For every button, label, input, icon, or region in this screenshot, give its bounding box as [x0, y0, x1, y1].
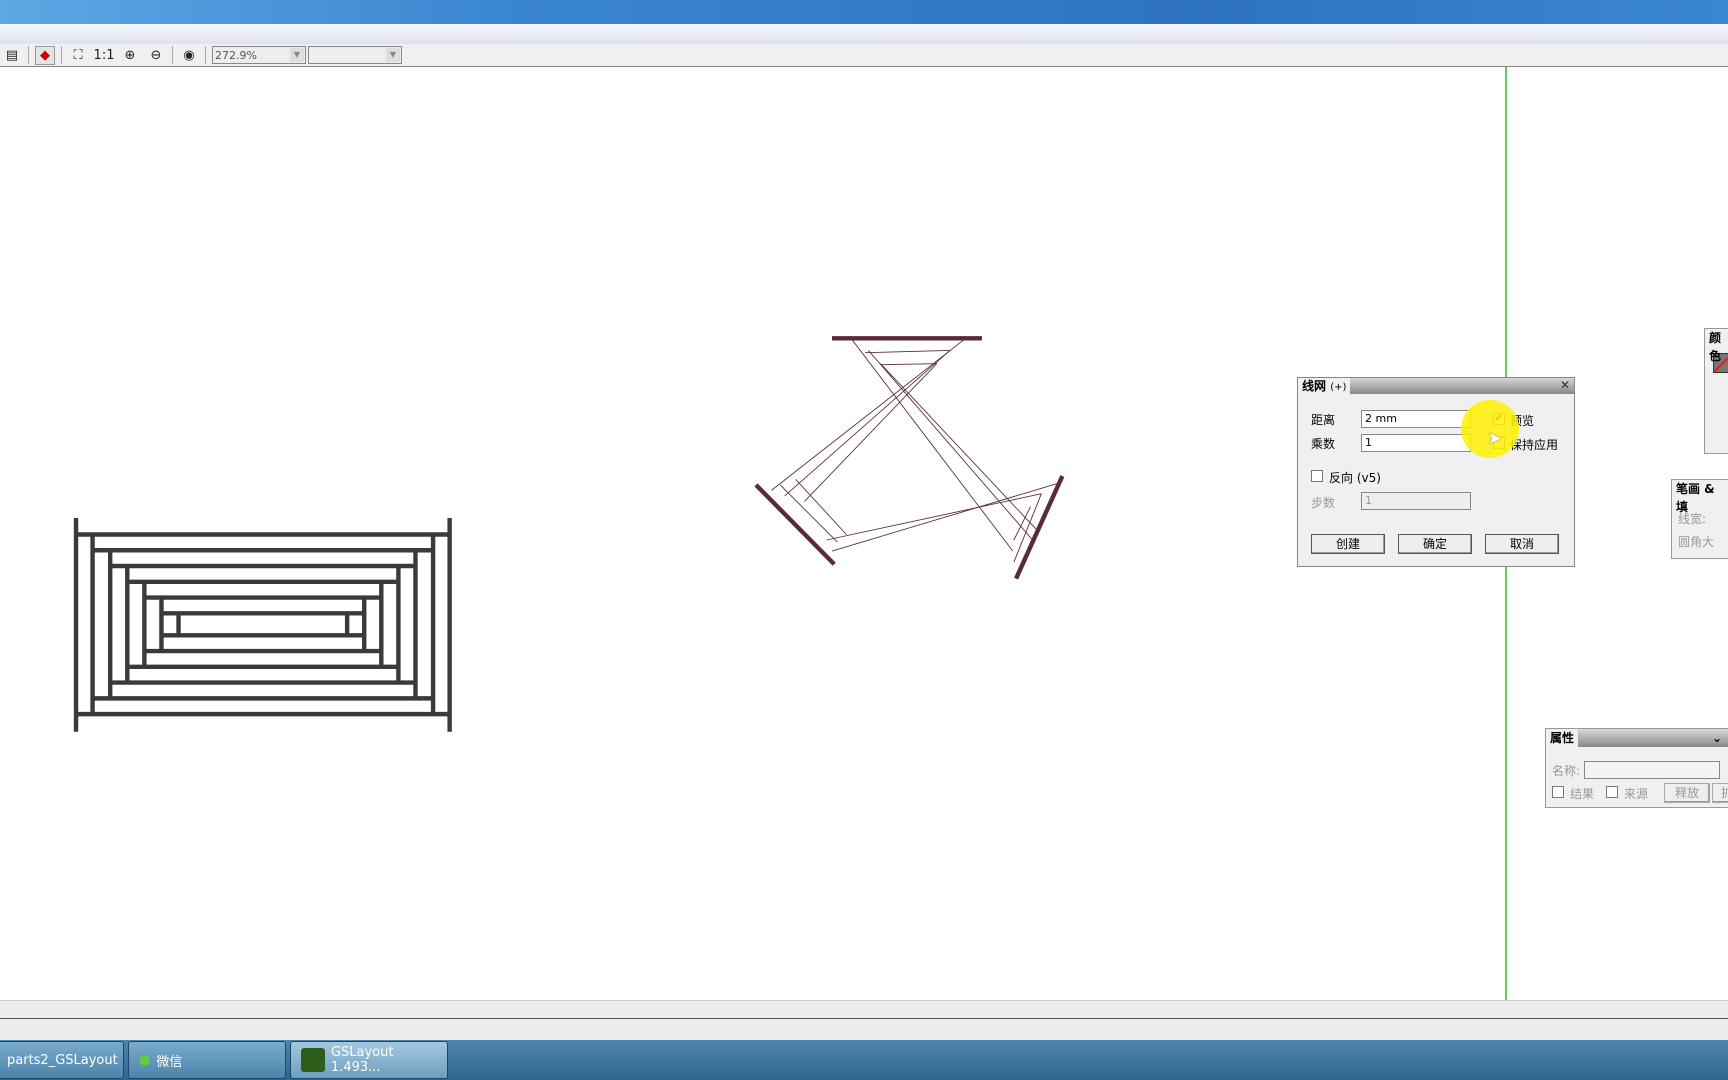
properties-title: 属性: [1546, 729, 1579, 747]
shape-edge-left: [754, 483, 836, 566]
stroke-fill-title: 笔画 & 填: [1672, 480, 1728, 514]
taskbar-item-wechat[interactable]: ● 微信: [128, 1041, 286, 1079]
taskbar-label: GSLayout 1.493...: [330, 1045, 394, 1075]
nested-rectangle-pattern: [73, 517, 452, 732]
mouse-cursor-icon: ➤: [1487, 428, 1503, 449]
taskbar-label: parts2_GSLayout: [7, 1052, 118, 1068]
chevron-down-icon[interactable]: ⌄: [1708, 729, 1726, 747]
multiplier-label: 乘数: [1311, 437, 1336, 451]
dialog-title-bar[interactable]: 线网 (+) ✕: [1298, 378, 1574, 394]
multiplier-input[interactable]: 1: [1361, 434, 1471, 452]
reverse-checkbox[interactable]: [1311, 470, 1323, 482]
close-icon[interactable]: ✕: [1560, 378, 1570, 392]
wire-net-dialog: 线网 (+) ✕ 距离 2 mm 乘数 1 ✔ 预览 保持应用 反向 (v5) …: [1297, 377, 1575, 567]
taskbar-item-gslayout[interactable]: GSLayout 1.493...: [290, 1041, 448, 1079]
status-bar: [0, 1000, 1728, 1040]
line-width-label: 线宽:: [1678, 512, 1707, 526]
dialog-title: 线网: [1302, 379, 1327, 393]
create-button[interactable]: 创建: [1311, 534, 1385, 554]
expand-button[interactable]: 扩: [1712, 783, 1728, 803]
wire-lines: [771, 339, 1061, 563]
distance-input[interactable]: 2 mm: [1361, 410, 1471, 428]
distance-label: 距离: [1311, 413, 1336, 427]
ok-button[interactable]: 确定: [1398, 534, 1472, 554]
corner-radius-label: 圆角大: [1678, 535, 1715, 549]
result-label: 结果: [1570, 787, 1595, 801]
release-button[interactable]: 释放: [1664, 783, 1710, 803]
result-checkbox[interactable]: [1552, 786, 1564, 798]
cancel-button[interactable]: 取消: [1485, 534, 1559, 554]
stroke-fill-panel: 笔画 & 填 线宽: 圆角大: [1671, 479, 1728, 559]
gslayout-icon: [301, 1048, 325, 1072]
source-checkbox[interactable]: [1606, 786, 1618, 798]
name-label: 名称:: [1552, 764, 1581, 778]
taskbar: parts2_GSLayout ● 微信 GSLayout 1.493...: [0, 1040, 1728, 1080]
dialog-title-suffix: (+): [1330, 382, 1347, 393]
wire-shape: [754, 336, 1065, 580]
taskbar-item-parts2[interactable]: parts2_GSLayout: [0, 1041, 124, 1079]
taskbar-label: 微信: [156, 1054, 183, 1070]
source-label: 来源: [1624, 787, 1649, 801]
steps-input: 1: [1361, 492, 1471, 510]
steps-label: 步数: [1311, 496, 1336, 510]
properties-panel: 属性 ⌄ 名称: 结果 来源 释放 扩: [1545, 728, 1728, 808]
color-panel-title: 颜色: [1705, 329, 1728, 363]
shape-edge-right: [1014, 475, 1065, 580]
name-input[interactable]: [1584, 761, 1720, 779]
reverse-label: 反向 (v5): [1329, 471, 1381, 485]
wechat-icon: ●: [139, 1052, 151, 1068]
color-panel: 颜色: [1704, 328, 1728, 454]
